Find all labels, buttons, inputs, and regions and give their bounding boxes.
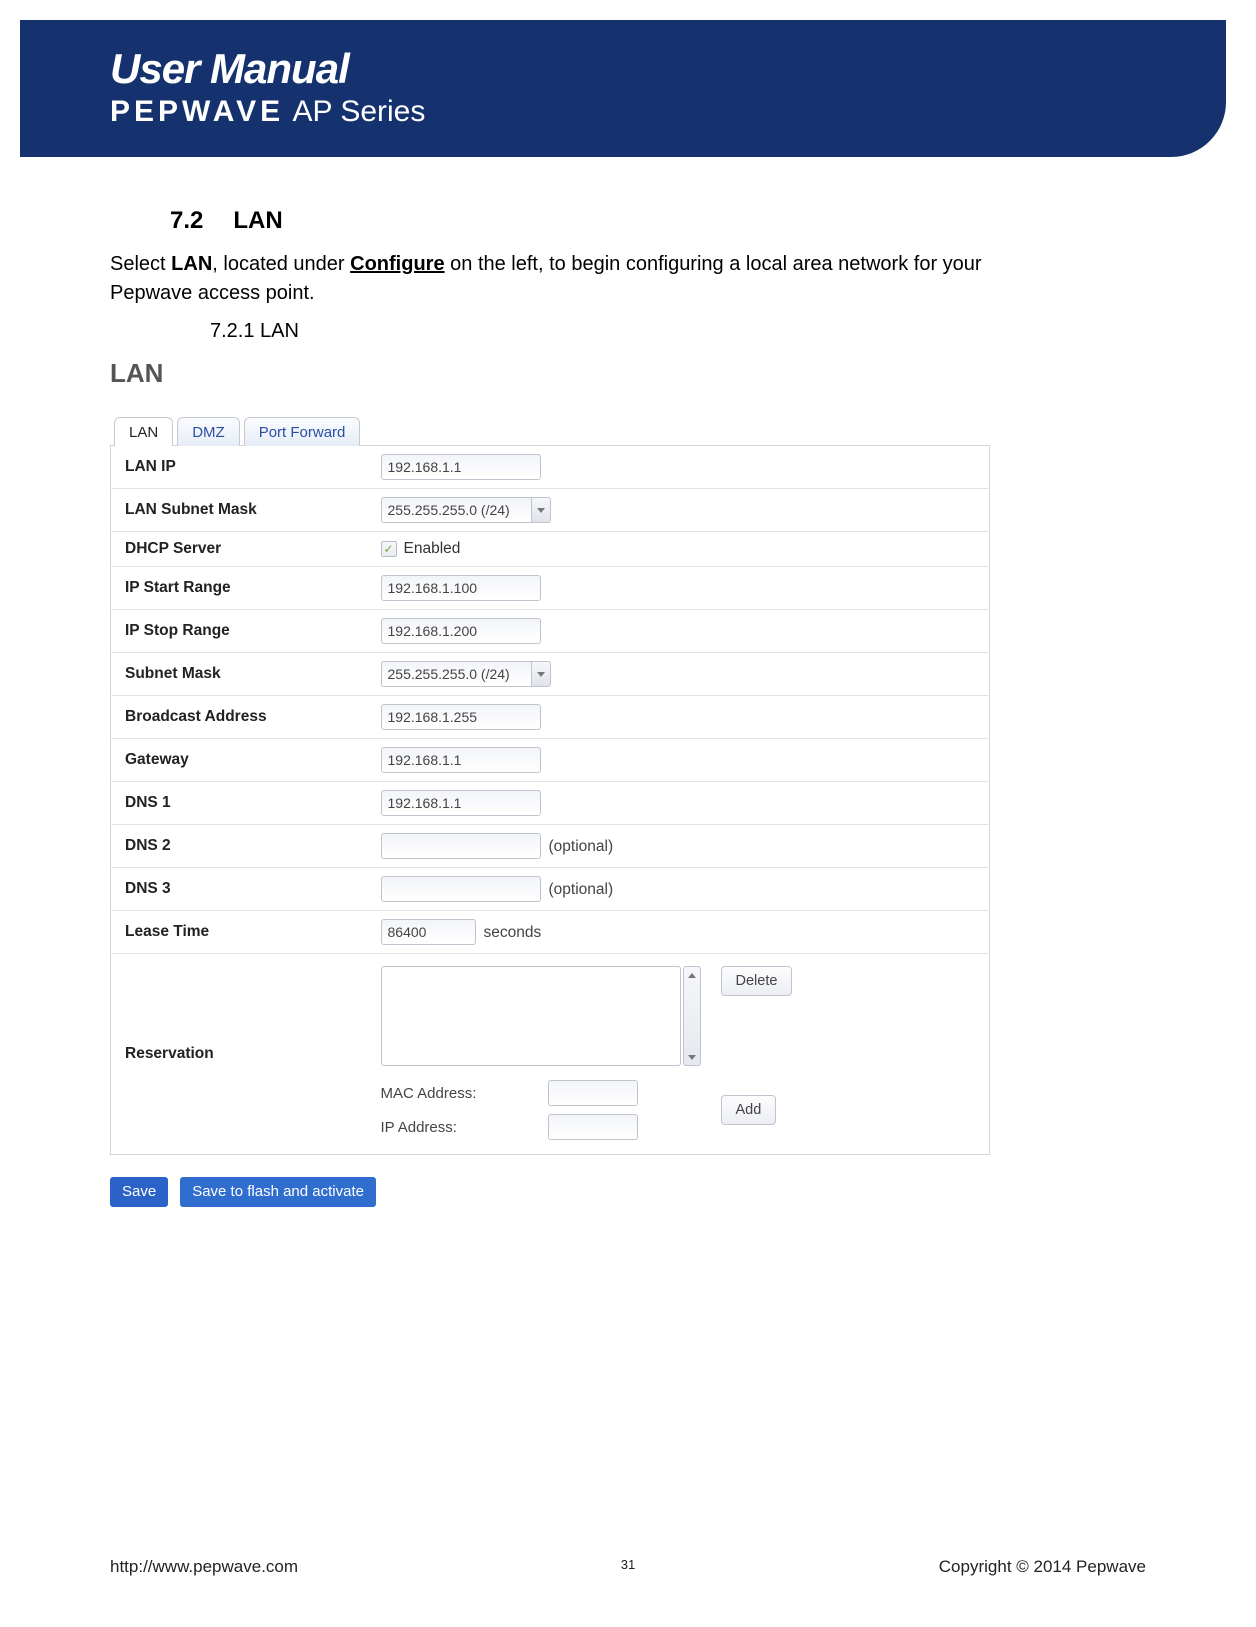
- label-gateway: Gateway: [111, 739, 371, 782]
- checkbox-dhcp-enabled[interactable]: ✓: [381, 541, 397, 557]
- scroll-down-icon[interactable]: [684, 1049, 700, 1065]
- intro-bold-lan: LAN: [171, 253, 212, 275]
- chevron-down-icon[interactable]: [531, 661, 551, 687]
- label-ip-start-range: IP Start Range: [111, 567, 371, 610]
- save-flash-activate-button[interactable]: Save to flash and activate: [180, 1177, 376, 1207]
- select-value-subnet[interactable]: [381, 661, 531, 687]
- subsection-heading: 7.2.1 LAN: [210, 320, 990, 343]
- label-dns1: DNS 1: [111, 782, 371, 825]
- section-heading: 7.2 LAN: [170, 207, 990, 235]
- label-subnet-mask: Subnet Mask: [111, 653, 371, 696]
- suffix-optional: (optional): [549, 838, 614, 855]
- save-button[interactable]: Save: [110, 1177, 168, 1207]
- select-subnet-mask[interactable]: [381, 661, 551, 687]
- scrollbar[interactable]: [683, 966, 701, 1066]
- select-value-lan-subnet[interactable]: [381, 497, 531, 523]
- reservation-listbox[interactable]: [381, 966, 681, 1066]
- input-lease-time[interactable]: [381, 919, 476, 945]
- brand-name: PEPWAVE: [110, 95, 284, 128]
- row-lan-subnet-mask: LAN Subnet Mask: [111, 489, 990, 532]
- footer-url: http://www.pepwave.com: [110, 1557, 298, 1577]
- label-reservation: Reservation: [111, 954, 371, 1155]
- row-subnet-mask: Subnet Mask: [111, 653, 990, 696]
- footer-copyright: Copyright © 2014 Pepwave: [939, 1557, 1146, 1577]
- doc-header-banner: User Manual PEPWAVE AP Series: [0, 20, 1226, 157]
- label-dns3: DNS 3: [111, 868, 371, 911]
- input-broadcast[interactable]: [381, 704, 541, 730]
- label-lease-time: Lease Time: [111, 911, 371, 954]
- select-lan-subnet-mask[interactable]: [381, 497, 551, 523]
- input-dns3[interactable]: [381, 876, 541, 902]
- tab-lan[interactable]: LAN: [114, 417, 173, 446]
- label-broadcast: Broadcast Address: [111, 696, 371, 739]
- input-lan-ip[interactable]: [381, 454, 541, 480]
- chevron-down-icon[interactable]: [531, 497, 551, 523]
- row-reservation: Reservation Delete MAC Address: IP: [111, 954, 990, 1155]
- row-dns1: DNS 1: [111, 782, 990, 825]
- input-mac-address[interactable]: [548, 1080, 638, 1106]
- label-lan-ip: LAN IP: [111, 446, 371, 489]
- section-title: LAN: [233, 207, 282, 234]
- label-ip-stop-range: IP Stop Range: [111, 610, 371, 653]
- input-dns1[interactable]: [381, 790, 541, 816]
- dhcp-enabled-text: Enabled: [404, 540, 461, 558]
- delete-button[interactable]: Delete: [721, 966, 793, 996]
- intro-bold-configure: Configure: [350, 253, 444, 275]
- doc-title: User Manual: [110, 45, 1186, 93]
- row-dns2: DNS 2 (optional): [111, 825, 990, 868]
- lan-settings-table: LAN IP LAN Subnet Mask DHCP Server ✓ Ena…: [110, 445, 990, 1155]
- row-broadcast: Broadcast Address: [111, 696, 990, 739]
- label-dhcp-server: DHCP Server: [111, 532, 371, 567]
- row-ip-start-range: IP Start Range: [111, 567, 990, 610]
- row-dns3: DNS 3 (optional): [111, 868, 990, 911]
- row-lan-ip: LAN IP: [111, 446, 990, 489]
- row-ip-stop-range: IP Stop Range: [111, 610, 990, 653]
- tab-port-forward[interactable]: Port Forward: [244, 417, 361, 446]
- input-gateway[interactable]: [381, 747, 541, 773]
- series-name: AP Series: [293, 95, 426, 128]
- label-ip-address: IP Address:: [381, 1119, 539, 1136]
- input-dns2[interactable]: [381, 833, 541, 859]
- add-button[interactable]: Add: [721, 1095, 777, 1125]
- intro-text: , located under: [212, 253, 350, 275]
- page-number: 31: [621, 1557, 635, 1572]
- tab-dmz[interactable]: DMZ: [177, 417, 240, 446]
- input-ip-stop-range[interactable]: [381, 618, 541, 644]
- section-number: 7.2: [170, 207, 203, 234]
- row-gateway: Gateway: [111, 739, 990, 782]
- input-ip-start-range[interactable]: [381, 575, 541, 601]
- page-footer: http://www.pepwave.com 31 Copyright © 20…: [0, 1557, 1256, 1577]
- panel-title: LAN: [110, 358, 990, 389]
- input-ip-address[interactable]: [548, 1114, 638, 1140]
- label-dns2: DNS 2: [111, 825, 371, 868]
- row-dhcp-server: DHCP Server ✓ Enabled: [111, 532, 990, 567]
- label-lan-subnet-mask: LAN Subnet Mask: [111, 489, 371, 532]
- tab-strip: LAN DMZ Port Forward: [110, 417, 990, 446]
- doc-subtitle: PEPWAVE AP Series: [110, 95, 1186, 129]
- label-mac-address: MAC Address:: [381, 1085, 539, 1102]
- suffix-optional: (optional): [549, 881, 614, 898]
- reservation-list: [381, 966, 701, 1066]
- scroll-up-icon[interactable]: [684, 967, 700, 983]
- suffix-seconds: seconds: [484, 924, 542, 941]
- intro-text: Select: [110, 253, 171, 275]
- row-lease-time: Lease Time seconds: [111, 911, 990, 954]
- section-intro: Select LAN, located under Configure on t…: [110, 250, 990, 308]
